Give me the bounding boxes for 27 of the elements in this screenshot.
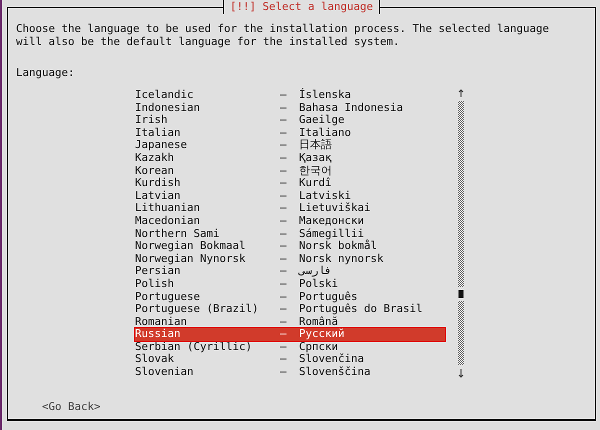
language-item[interactable]: Kazakh – Қазақ [135, 152, 445, 165]
description-text: Choose the language to be used for the installation process. The selected language will also be the default language for the installed system. [16, 22, 550, 48]
language-item[interactable]: Norwegian Bokmaal – Norsk bokmål [135, 240, 445, 253]
language-item[interactable]: Kurdish – Kurdî [135, 177, 445, 190]
language-item[interactable]: Serbian (Cyrillic) – Српски [135, 340, 445, 354]
language-item[interactable]: Korean – 한국어 [135, 164, 445, 178]
language-item[interactable]: Romanian – Română [135, 316, 445, 328]
scrollbar[interactable] [457, 89, 465, 379]
language-item[interactable]: Polish – Polski [135, 278, 445, 290]
language-item[interactable]: Northern Sami – Sámegillii [135, 228, 445, 240]
language-item[interactable]: Norwegian Nynorsk – Norsk nynorsk [135, 252, 445, 266]
language-item[interactable]: Italian – Italiano [135, 126, 445, 140]
go-back-button[interactable]: <Go Back> [42, 400, 101, 413]
language-item[interactable]: Japanese – 日本語 [135, 139, 445, 152]
language-item[interactable]: Portuguese – Português [135, 290, 445, 304]
language-item[interactable]: Latvian – Latviski [135, 190, 445, 202]
language-item[interactable]: Icelandic – Íslenska [135, 89, 445, 102]
language-item[interactable]: Slovak – Slovenčina [135, 353, 445, 366]
language-item[interactable]: Lithuanian – Lietuviškai [135, 202, 445, 215]
language-item[interactable]: Indonesian – Bahasa Indonesia [135, 102, 445, 114]
language-item[interactable]: Portuguese (Brazil) – Português do Brasil [135, 303, 445, 316]
language-item[interactable]: Russian – Русский [135, 328, 445, 341]
language-item[interactable]: Irish – Gaeilge [135, 114, 445, 127]
dialog-title: [!!] Select a language [222, 0, 380, 14]
language-item[interactable]: Macedonian – Македонски [135, 214, 445, 228]
list-label: Language: [16, 66, 76, 79]
language-item[interactable]: Slovenian – Slovenščina [135, 366, 445, 379]
